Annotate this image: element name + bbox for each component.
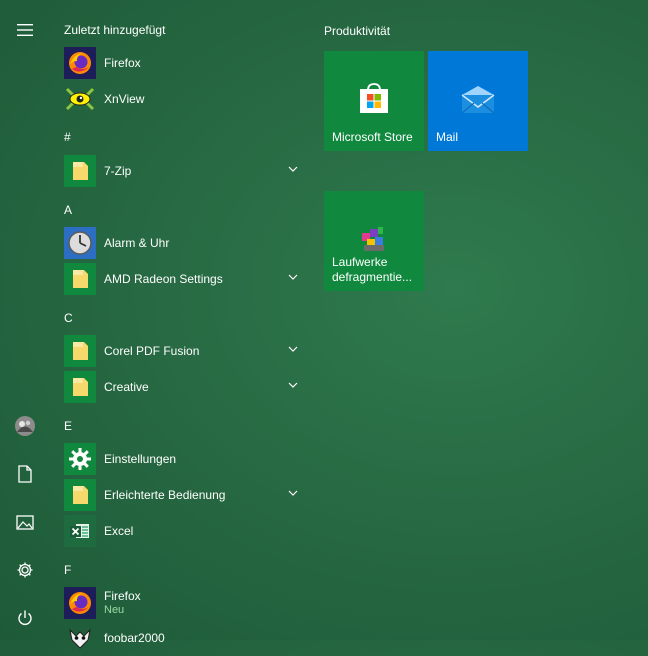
folder-icon [64, 371, 96, 403]
app-item-firefox[interactable]: Firefox Neu [64, 585, 312, 621]
tile-mail[interactable]: Mail [428, 51, 528, 151]
power-button[interactable] [0, 598, 50, 638]
chevron-down-icon[interactable] [288, 166, 298, 173]
app-item-7zip[interactable]: 7-Zip [64, 153, 312, 189]
app-item-creative[interactable]: Creative [64, 369, 312, 405]
mail-icon [461, 86, 495, 114]
gear-icon [64, 443, 96, 475]
app-item-einstellungen[interactable]: Einstellungen [64, 441, 312, 477]
app-item-foobar2000[interactable]: foobar2000 [64, 620, 312, 656]
recent-header: Zuletzt hinzugefügt [64, 23, 166, 37]
store-icon [360, 83, 388, 113]
user-avatar [15, 416, 35, 436]
app-label: Creative [104, 380, 149, 394]
user-button[interactable] [0, 406, 50, 446]
folder-icon [64, 479, 96, 511]
app-label: Firefox [104, 589, 141, 603]
tile-label: Laufwerke defragmentie... [332, 255, 413, 284]
chevron-down-icon[interactable] [288, 346, 298, 353]
app-list: Zuletzt hinzugefügt Firefox XnView # 7-Z… [50, 0, 312, 649]
defrag-icon [362, 227, 384, 251]
documents-button[interactable] [0, 454, 50, 494]
picture-icon [16, 514, 34, 530]
section-header-a[interactable]: A [64, 203, 72, 217]
app-label: Excel [104, 524, 134, 538]
chevron-down-icon[interactable] [288, 490, 298, 497]
new-badge: Neu [104, 604, 125, 616]
folder-icon [64, 335, 96, 367]
app-label: Erleichterte Bedienung [104, 488, 226, 502]
chevron-down-icon[interactable] [288, 274, 298, 281]
app-label: AMD Radeon Settings [104, 272, 223, 286]
app-item-amd-radeon[interactable]: AMD Radeon Settings [64, 261, 312, 297]
app-label: Firefox [104, 56, 141, 70]
section-header-hash[interactable]: # [64, 130, 71, 144]
app-label: XnView [104, 92, 145, 106]
excel-icon [64, 515, 96, 547]
hamburger-icon [17, 24, 33, 36]
app-label: 7-Zip [104, 164, 132, 178]
section-header-e[interactable]: E [64, 419, 72, 433]
firefox-icon [64, 587, 96, 619]
power-icon [18, 610, 32, 625]
app-item-alarm[interactable]: Alarm & Uhr [64, 225, 312, 261]
xnview-icon [64, 83, 96, 115]
app-label: Alarm & Uhr [104, 236, 170, 250]
foobar-icon [64, 622, 96, 654]
tile-group-title[interactable]: Produktivität [324, 24, 390, 38]
settings-button[interactable] [0, 550, 50, 590]
tiles-area: Produktivität Microsoft Store Mail Laufw… [312, 0, 648, 640]
section-header-c[interactable]: C [64, 311, 73, 325]
app-item-xnview[interactable]: XnView [64, 81, 312, 117]
folder-icon [64, 155, 96, 187]
folder-icon [64, 263, 96, 295]
menu-button[interactable] [0, 10, 50, 50]
document-icon [18, 465, 32, 483]
app-label: foobar2000 [104, 631, 165, 645]
app-label: Corel PDF Fusion [104, 344, 200, 358]
tile-label: Mail [436, 130, 459, 144]
firefox-icon [64, 47, 96, 79]
app-item-firefox-recent[interactable]: Firefox [64, 45, 312, 81]
app-item-excel[interactable]: Excel [64, 513, 312, 549]
chevron-down-icon[interactable] [288, 382, 298, 389]
tile-laufwerke-defragmentieren[interactable]: Laufwerke defragmentie... [324, 191, 424, 291]
tile-label: Microsoft Store [332, 130, 413, 144]
clock-icon [64, 227, 96, 259]
app-label: Einstellungen [104, 452, 177, 466]
start-rail [0, 0, 50, 640]
tile-microsoft-store[interactable]: Microsoft Store [324, 51, 424, 151]
pictures-button[interactable] [0, 502, 50, 542]
app-item-corel-pdf[interactable]: Corel PDF Fusion [64, 333, 312, 369]
app-item-erleichterte-bedienung[interactable]: Erleichterte Bedienung [64, 477, 312, 513]
section-header-f[interactable]: F [64, 563, 71, 577]
gear-icon [17, 562, 33, 578]
